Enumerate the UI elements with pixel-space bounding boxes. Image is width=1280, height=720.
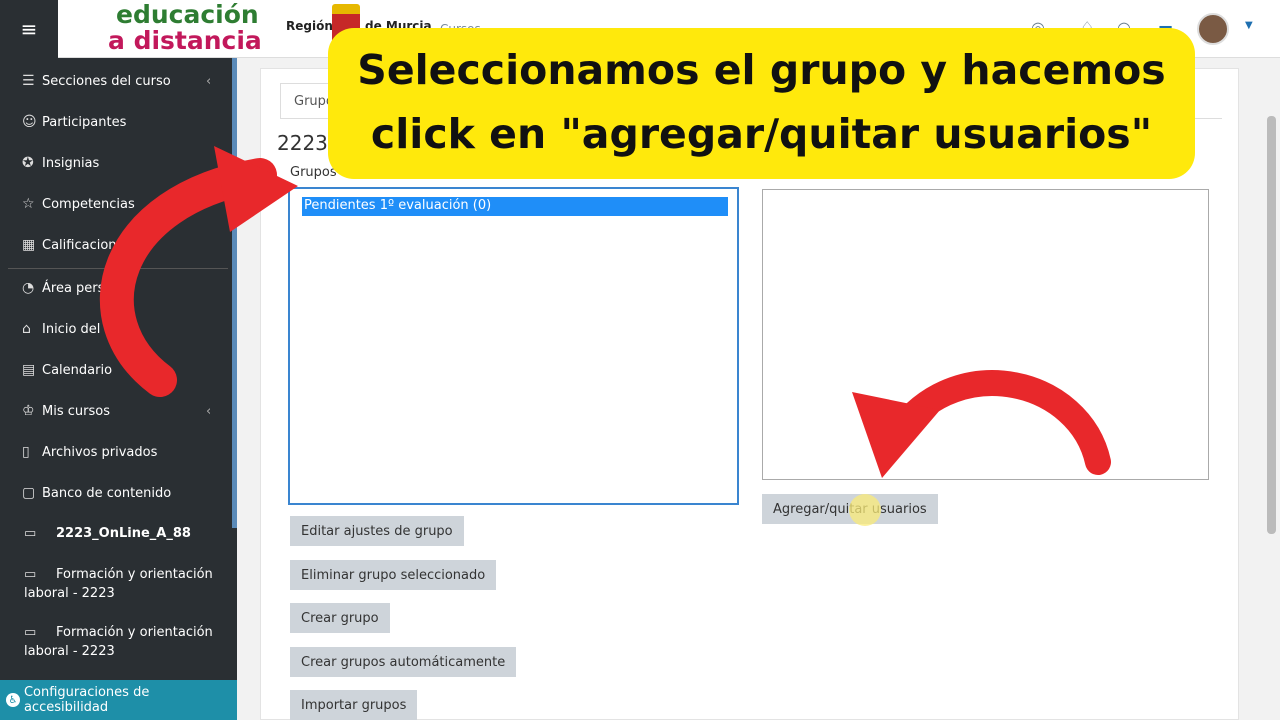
arrow-to-add-users-icon: [852, 370, 1111, 478]
banner-line-2: click en "agregar/quitar usuarios": [370, 110, 1153, 158]
instruction-banner: Seleccionamos el grupo y hacemos click e…: [328, 28, 1195, 179]
arrow-to-groups-icon: [99, 146, 298, 397]
banner-line-1: Seleccionamos el grupo y hacemos: [357, 46, 1166, 94]
